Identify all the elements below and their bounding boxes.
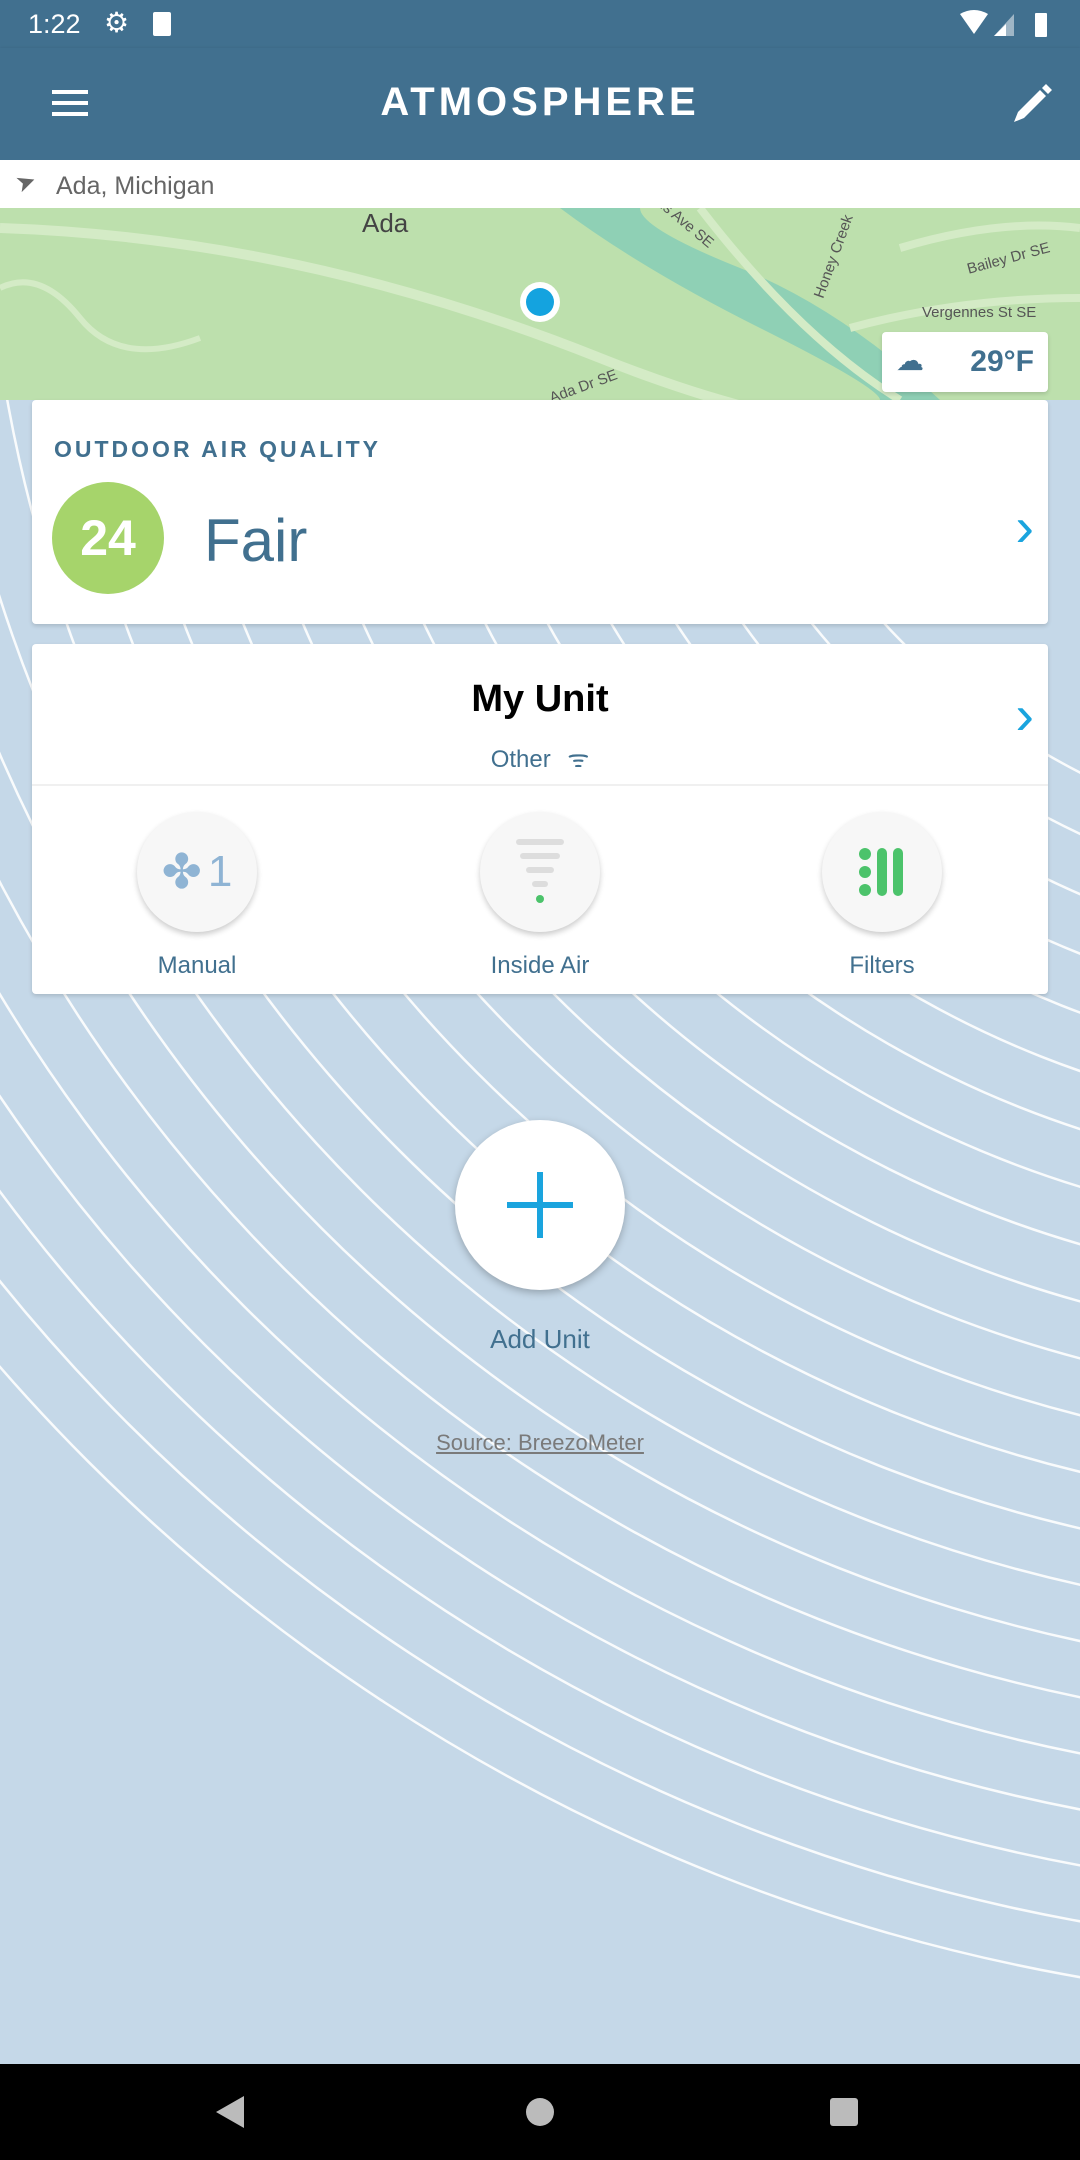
home-icon[interactable] (526, 2098, 554, 2126)
status-icons (960, 10, 1047, 37)
wifi-icon: ᯤ (567, 746, 590, 773)
app-bar: ATMOSPHERE (0, 48, 1080, 160)
navigation-bar (0, 2064, 1080, 2160)
fan-mode-button[interactable]: ✤ 1 (137, 812, 257, 932)
add-unit-label: Add Unit (490, 1324, 590, 1354)
pencil-icon[interactable] (1010, 84, 1052, 126)
aqi-rating: Fair (204, 507, 308, 574)
map[interactable]: Ada Honey Creek Bailey Dr SE Vergennes S… (0, 208, 1080, 400)
cloud-icon: ☁ (896, 345, 924, 376)
air-quality-card[interactable]: OUTDOOR AIR QUALITY 24 Fair › (32, 400, 1048, 624)
add-unit-button[interactable] (455, 1120, 625, 1290)
fan-speed: 1 (207, 847, 233, 896)
control-label: Manual (157, 952, 237, 979)
back-icon[interactable] (216, 2096, 246, 2128)
settings-icon: ⚙ (104, 7, 130, 38)
control-label: Filters (849, 952, 915, 979)
control-label: Inside Air (490, 952, 590, 979)
chevron-right-icon[interactable]: › (1015, 494, 1034, 559)
air-quality-bars-icon (516, 839, 564, 903)
location-label: Ada, Michigan (56, 172, 215, 200)
temperature: 29°F (970, 345, 1034, 378)
status-time: 1:22 (28, 9, 81, 39)
unit-type: Other (490, 746, 551, 773)
current-location-dot (520, 282, 560, 322)
unit-card: My Unit Other ᯤ › ✤ 1 Manual Inside Air F… (32, 644, 1048, 994)
divider (32, 784, 1048, 786)
app-title: ATMOSPHERE (380, 80, 700, 124)
filters-button[interactable] (822, 812, 942, 932)
map-label: Ada (362, 208, 409, 238)
inside-air-button[interactable] (480, 812, 600, 932)
chevron-right-icon[interactable]: › (1015, 682, 1034, 747)
wifi-icon (960, 10, 988, 34)
fan-icon: ✤ (161, 846, 202, 899)
unit-type-row: Other ᯤ (32, 742, 1048, 775)
unit-name[interactable]: My Unit (32, 678, 1048, 721)
air-quality-heading: OUTDOOR AIR QUALITY (54, 436, 382, 462)
location-arrow-icon: ➤ (11, 166, 41, 199)
source-link[interactable]: Source: BreezoMeter (340, 1430, 740, 1456)
map-label: Vergennes St SE (922, 304, 1037, 321)
filter-icon (859, 848, 903, 896)
location-bar[interactable]: ➤ Ada, Michigan (0, 160, 1080, 208)
sd-card-icon (153, 12, 171, 36)
recents-icon[interactable] (830, 2098, 858, 2126)
aqi-badge: 24 (52, 482, 164, 594)
status-bar: 1:22 ⚙ (0, 0, 1080, 48)
plus-icon (537, 1172, 543, 1238)
battery-icon (1035, 13, 1047, 37)
weather-badge: ☁ 29°F (882, 332, 1048, 392)
